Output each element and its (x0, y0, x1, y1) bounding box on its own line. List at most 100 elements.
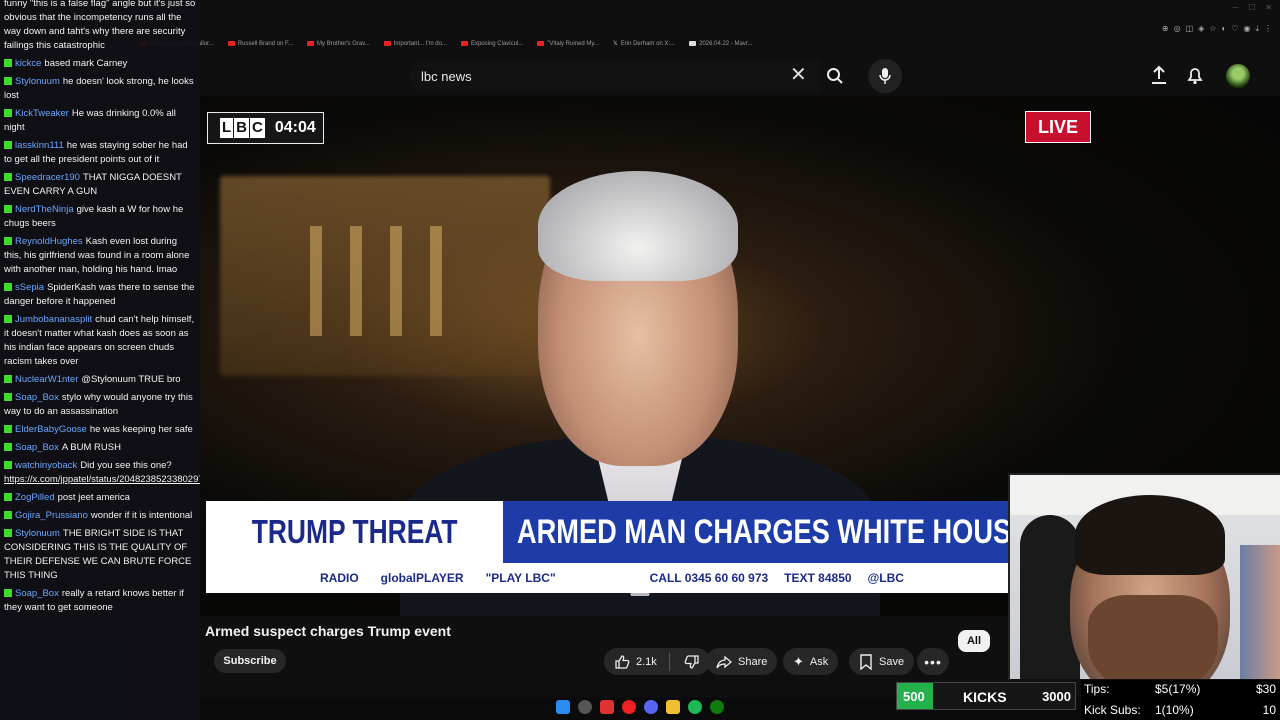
subs-label: Kick Subs: (1084, 703, 1141, 717)
chat-username[interactable]: Jumbobananasplit (15, 314, 92, 325)
extension-icon[interactable]: ◉ (1243, 24, 1250, 34)
chat-text: wonder if it is intentional (90, 510, 193, 521)
zoom-icon[interactable]: ⊕ (1162, 24, 1169, 34)
clear-search-icon[interactable]: ✕ (790, 65, 807, 85)
kick-badge-icon (4, 237, 12, 245)
chat-text: he was keeping her safe (89, 424, 193, 435)
bookmark-item[interactable]: My Brother's Grav... (307, 40, 370, 47)
folder-icon[interactable] (666, 700, 680, 714)
chat-message: NerdTheNinja give kash a W for how he chu… (4, 203, 196, 231)
chat-username[interactable]: lasskinn111 (15, 140, 64, 151)
chat-username[interactable]: KickTweaker (15, 108, 69, 119)
chat-message: Gojira_Prussiano wonder if it is intentio… (4, 509, 196, 523)
news-lower-third: TRUMP THREAT ARMED MAN CHARGES WHITE HOU… (206, 501, 1009, 593)
like-button[interactable]: 2.1k (604, 648, 710, 675)
save-button[interactable]: Save (849, 648, 915, 675)
badge-time: 04:04 (274, 119, 316, 136)
youtube-icon (383, 41, 391, 46)
notifications-button[interactable] (1184, 64, 1206, 86)
chat-message: Soap_Box A BUM RUSH (4, 441, 196, 455)
spotify-icon[interactable] (688, 700, 702, 714)
thumbs-down-icon[interactable] (684, 654, 700, 670)
like-count: 2.1k (636, 655, 657, 668)
youtube-icon (227, 41, 235, 46)
chat-username[interactable]: ReynoldHughes (15, 236, 83, 247)
kick-badge-icon (4, 425, 12, 433)
radio-label: RADIO (320, 571, 359, 585)
stream-stats: Tips: $5(17%) $30 Kick Subs: 1(10%) 10 (1081, 680, 1280, 720)
taskbar-icons (556, 700, 724, 714)
extension-icon[interactable]: ◈ (1198, 24, 1204, 34)
divider (668, 652, 670, 671)
ask-button[interactable]: ✦ Ask (783, 648, 839, 675)
chat-username[interactable]: watchinyoback (15, 460, 77, 471)
extension-icon[interactable]: ◐ (1221, 24, 1226, 34)
chat-username[interactable]: Soap_Box (15, 442, 59, 453)
window-controls: ─ ☐ ✕ (1232, 3, 1272, 12)
chat-username[interactable]: kickce (15, 58, 41, 69)
extension-icon[interactable]: ◫ (1186, 24, 1194, 34)
bookmark-item[interactable]: 𝕏 Erin Derham on X:... (612, 40, 675, 48)
tips-goal: $30 (1255, 682, 1276, 696)
bookmark-item[interactable]: 2026.04.22 - Mavr... (689, 40, 752, 47)
column-light (310, 226, 322, 336)
bookmark-icon (860, 653, 872, 670)
subscribe-button[interactable]: Subscribe (214, 649, 286, 673)
chat-username[interactable]: Soap_Box (15, 588, 59, 599)
search-input[interactable]: lbc news (410, 60, 820, 92)
chip-all[interactable]: All (958, 630, 990, 652)
star-icon[interactable]: ☆ (1209, 24, 1216, 34)
subs-goal: 10 (1262, 703, 1276, 717)
youtube-icon (460, 41, 468, 46)
kick-badge-icon (4, 141, 12, 149)
chat-username[interactable]: Stylonuum (15, 528, 60, 539)
minimize-icon[interactable]: ─ (1232, 3, 1238, 12)
account-avatar[interactable] (1226, 64, 1250, 88)
search-button[interactable] (818, 60, 852, 92)
background-building (220, 176, 550, 376)
extension-icon[interactable]: ◎ (1174, 24, 1181, 34)
chat-username[interactable]: Stylonuum (15, 76, 60, 87)
chat-username[interactable]: Soap_Box (15, 392, 59, 403)
screen: ─ ☐ ✕ Massive security failur... Russell… (0, 0, 1280, 720)
bookmark-item[interactable]: Russell Brand on F... (227, 40, 293, 47)
chat-message-fragment: funny "this is a false flag" angle but i… (4, 0, 196, 51)
chat-message: Jumbobananasplit chud can't help himself,… (4, 313, 196, 369)
x-logo-icon: 𝕏 (612, 41, 618, 47)
chat-text: A BUM RUSH (61, 442, 121, 453)
kicks-max: 3000 (1042, 689, 1071, 704)
menu-icon[interactable]: ⋮ (1264, 24, 1272, 34)
close-window-icon[interactable]: ✕ (1265, 3, 1272, 12)
chat-username[interactable]: Gojira_Prussiano (15, 510, 88, 521)
bookmark-item[interactable]: "Vitaly Ruined My... (537, 40, 599, 47)
windows-start-icon[interactable] (556, 700, 570, 714)
bookmark-item[interactable]: Exposing Clavicul... (460, 40, 523, 47)
kick-badge-icon (4, 589, 12, 597)
more-actions-button[interactable]: ••• (917, 648, 949, 675)
kick-badge-icon (4, 109, 12, 117)
create-button[interactable] (1148, 64, 1170, 86)
chat-link[interactable]: https://x.com/jppatel/status/20482385233… (4, 474, 200, 485)
voice-search-button[interactable] (868, 59, 902, 93)
chat-username[interactable]: Speedracer190 (15, 172, 80, 183)
sparkle-icon: ✦ (793, 653, 804, 669)
chat-username[interactable]: NuclearW1nter (15, 374, 78, 385)
download-icon[interactable]: ⤓ (1255, 24, 1259, 34)
lbc-logo: L B C (220, 118, 265, 138)
share-button[interactable]: Share (706, 648, 778, 675)
chat-username[interactable]: ZogPilled (15, 492, 55, 503)
youtube-icon (537, 41, 545, 46)
xbox-icon[interactable] (710, 700, 724, 714)
chat-username[interactable]: ElderBabyGoose (15, 424, 87, 435)
chat-username[interactable]: sSepia (15, 282, 44, 293)
chat-username[interactable]: NerdTheNinja (15, 204, 74, 215)
app-icon[interactable] (622, 700, 636, 714)
discord-icon[interactable] (644, 700, 658, 714)
search-icon[interactable] (578, 700, 592, 714)
bookmark-item[interactable]: Important... I'm do... (383, 40, 447, 47)
app-icon[interactable] (600, 700, 614, 714)
maximize-icon[interactable]: ☐ (1248, 3, 1255, 12)
extension-icon[interactable]: ♡ (1231, 24, 1238, 34)
more-icon: ••• (924, 653, 942, 670)
globalplayer-label: globalPLAYER (380, 571, 464, 585)
